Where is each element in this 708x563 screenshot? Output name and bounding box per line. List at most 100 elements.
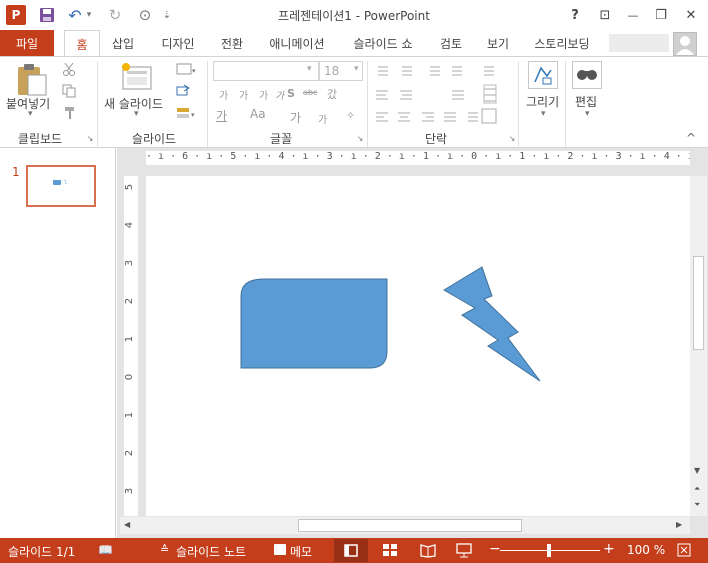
change-case-button[interactable]: Aa bbox=[250, 107, 266, 121]
increase-font-button[interactable]: 가 bbox=[290, 109, 301, 126]
font-size-dropdown-icon[interactable]: ▾ bbox=[354, 64, 359, 74]
notes-button[interactable]: 슬라이드 노트 bbox=[176, 543, 246, 560]
paragraph-controls[interactable] bbox=[372, 63, 520, 127]
new-slide-icon[interactable] bbox=[120, 61, 154, 95]
format-painter-icon[interactable] bbox=[60, 105, 78, 121]
cut-icon[interactable] bbox=[60, 61, 78, 77]
font-launcher-icon[interactable]: ↘ bbox=[356, 134, 364, 143]
ruler-tick-label: 2 bbox=[124, 449, 135, 457]
slide-thumbnail[interactable] bbox=[26, 165, 96, 207]
copy-icon[interactable] bbox=[60, 83, 78, 99]
clipboard-group-label: 클립보드 bbox=[17, 132, 63, 146]
font-group-label: 글꼴 bbox=[269, 132, 293, 146]
spelling-icon[interactable]: 📖 bbox=[98, 543, 113, 557]
slide-count: 슬라이드 1/1 bbox=[8, 545, 76, 559]
clear-formatting-button[interactable]: ✧ bbox=[346, 109, 355, 122]
help-button[interactable]: ? bbox=[564, 5, 586, 25]
zoom-slider-thumb[interactable] bbox=[547, 544, 551, 557]
ruler-tick-label: 4 bbox=[124, 221, 135, 229]
fit-to-window-icon[interactable] bbox=[676, 542, 692, 558]
clipboard-launcher-icon[interactable]: ↘ bbox=[86, 134, 94, 143]
section-icon[interactable]: ▾ bbox=[174, 105, 198, 121]
scroll-right-icon[interactable]: ▶ bbox=[676, 520, 682, 529]
horizontal-scrollbar[interactable]: ◀ ▶ bbox=[120, 517, 690, 534]
account-area[interactable] bbox=[609, 34, 669, 52]
slides-group-label: 슬라이드 bbox=[131, 132, 177, 146]
avatar[interactable] bbox=[673, 32, 697, 56]
title-bar: P ↶ ▾ ↻ ⊙ ⇣ 프레젠테이션1 - PowerPoint ? ⊡ — ❐… bbox=[0, 0, 708, 30]
previous-slide-icon[interactable]: ⏶ bbox=[694, 484, 700, 494]
separator bbox=[565, 61, 566, 147]
tab-home[interactable]: 홈 bbox=[64, 30, 100, 58]
close-button[interactable]: ✕ bbox=[680, 5, 702, 25]
tab-storyboarding[interactable]: 스토리보딩 bbox=[526, 30, 598, 57]
strikethrough-button[interactable]: abc bbox=[303, 88, 317, 97]
next-slide-icon[interactable]: ⏷ bbox=[694, 500, 700, 510]
character-spacing-button[interactable]: 갔 bbox=[327, 86, 337, 102]
italic-button[interactable]: 가 bbox=[275, 87, 284, 102]
zoom-out-button[interactable]: − bbox=[489, 541, 501, 557]
zoom-in-button[interactable]: + bbox=[603, 541, 615, 557]
comments-icon[interactable] bbox=[274, 544, 286, 555]
reset-icon[interactable] bbox=[174, 83, 192, 99]
tab-transitions[interactable]: 전환 bbox=[212, 30, 252, 57]
separator bbox=[207, 61, 208, 147]
font-name-combobox[interactable] bbox=[213, 61, 319, 81]
rounded-rectangle-shape[interactable] bbox=[240, 278, 388, 369]
minimize-button[interactable]: — bbox=[622, 5, 644, 25]
bold-button[interactable]: 가 bbox=[259, 87, 268, 102]
ruler-tick-label: 1 bbox=[124, 335, 135, 343]
shadow-button[interactable]: S bbox=[287, 87, 295, 100]
tab-design[interactable]: 디자인 bbox=[152, 30, 204, 57]
separator bbox=[518, 61, 519, 147]
slideshow-view-icon[interactable] bbox=[454, 541, 474, 559]
tab-file[interactable]: 파일 bbox=[0, 30, 54, 57]
collapse-ribbon-button[interactable]: ^ bbox=[686, 131, 696, 145]
paragraph-launcher-icon[interactable]: ↘ bbox=[508, 134, 516, 143]
scroll-down-icon[interactable]: ▼ bbox=[694, 466, 700, 475]
grow-font-button[interactable]: 가 bbox=[219, 87, 228, 102]
scroll-left-icon[interactable]: ◀ bbox=[124, 520, 130, 529]
font-color-button[interactable]: 가 bbox=[216, 107, 227, 124]
ribbon-display-options-button[interactable]: ⊡ bbox=[594, 5, 616, 25]
ruler-tick-label: 3 bbox=[124, 259, 135, 267]
editing-dropdown-icon[interactable]: ▾ bbox=[585, 109, 590, 119]
ruler-tick-label: 1 bbox=[124, 411, 135, 419]
drawing-shapes-icon[interactable] bbox=[528, 61, 558, 89]
paste-icon[interactable] bbox=[14, 61, 48, 97]
reading-view-icon[interactable] bbox=[418, 541, 438, 559]
tab-view[interactable]: 보기 bbox=[478, 30, 518, 57]
restore-button[interactable]: ❐ bbox=[650, 5, 672, 25]
find-icon[interactable] bbox=[572, 61, 602, 89]
paste-dropdown-icon[interactable]: ▾ bbox=[28, 109, 33, 119]
ruler-tick-label: 0 bbox=[124, 373, 135, 381]
notes-icon[interactable]: ≙ bbox=[160, 543, 169, 556]
shrink-font-button[interactable]: 가 bbox=[239, 87, 248, 102]
slide-canvas[interactable] bbox=[146, 176, 690, 516]
editing-button[interactable]: 편집 bbox=[575, 93, 597, 110]
ribbon-home: 붙여넣기 ▾ 클립보드 ↘ 새 슬라이드 ▾ ▾ ▾ 슬라이드 ▾ 18 ▾ 가… bbox=[0, 56, 708, 148]
font-name-dropdown-icon[interactable]: ▾ bbox=[307, 64, 312, 74]
lightning-bolt-shape[interactable] bbox=[443, 266, 541, 382]
tab-slideshow[interactable]: 슬라이드 쇼 bbox=[344, 30, 422, 57]
horizontal-ruler: · ı · 6 · ı · 5 · ı · 4 · ı · 3 · ı · 2 … bbox=[146, 151, 690, 165]
tab-insert[interactable]: 삽입 bbox=[104, 30, 142, 57]
new-slide-dropdown-icon[interactable]: ▾ bbox=[134, 109, 139, 119]
layout-icon[interactable]: ▾ bbox=[174, 61, 198, 77]
comments-button[interactable]: 메모 bbox=[290, 543, 312, 560]
slide-sorter-icon[interactable] bbox=[380, 541, 400, 559]
status-bar: 슬라이드 1/1 📖 ≙ 슬라이드 노트 메모 − + 100 % bbox=[0, 538, 708, 563]
drawing-dropdown-icon[interactable]: ▾ bbox=[541, 109, 546, 119]
svg-text:▾: ▾ bbox=[192, 67, 196, 75]
normal-view-button[interactable] bbox=[334, 539, 368, 562]
horizontal-scroll-thumb[interactable] bbox=[298, 519, 522, 532]
vertical-ruler: 5 4 3 2 1 0 1 2 3 bbox=[124, 176, 138, 516]
zoom-level[interactable]: 100 % bbox=[627, 543, 665, 557]
drawing-button[interactable]: 그리기 bbox=[526, 93, 559, 110]
vertical-scrollbar[interactable]: ▼ ⏶ ⏷ bbox=[690, 176, 707, 516]
separator bbox=[97, 61, 98, 147]
vertical-scroll-thumb[interactable] bbox=[693, 256, 704, 350]
decrease-font-button[interactable]: 가 bbox=[318, 111, 327, 126]
tab-animations[interactable]: 애니메이션 bbox=[260, 30, 334, 57]
tab-review[interactable]: 검토 bbox=[432, 30, 470, 57]
